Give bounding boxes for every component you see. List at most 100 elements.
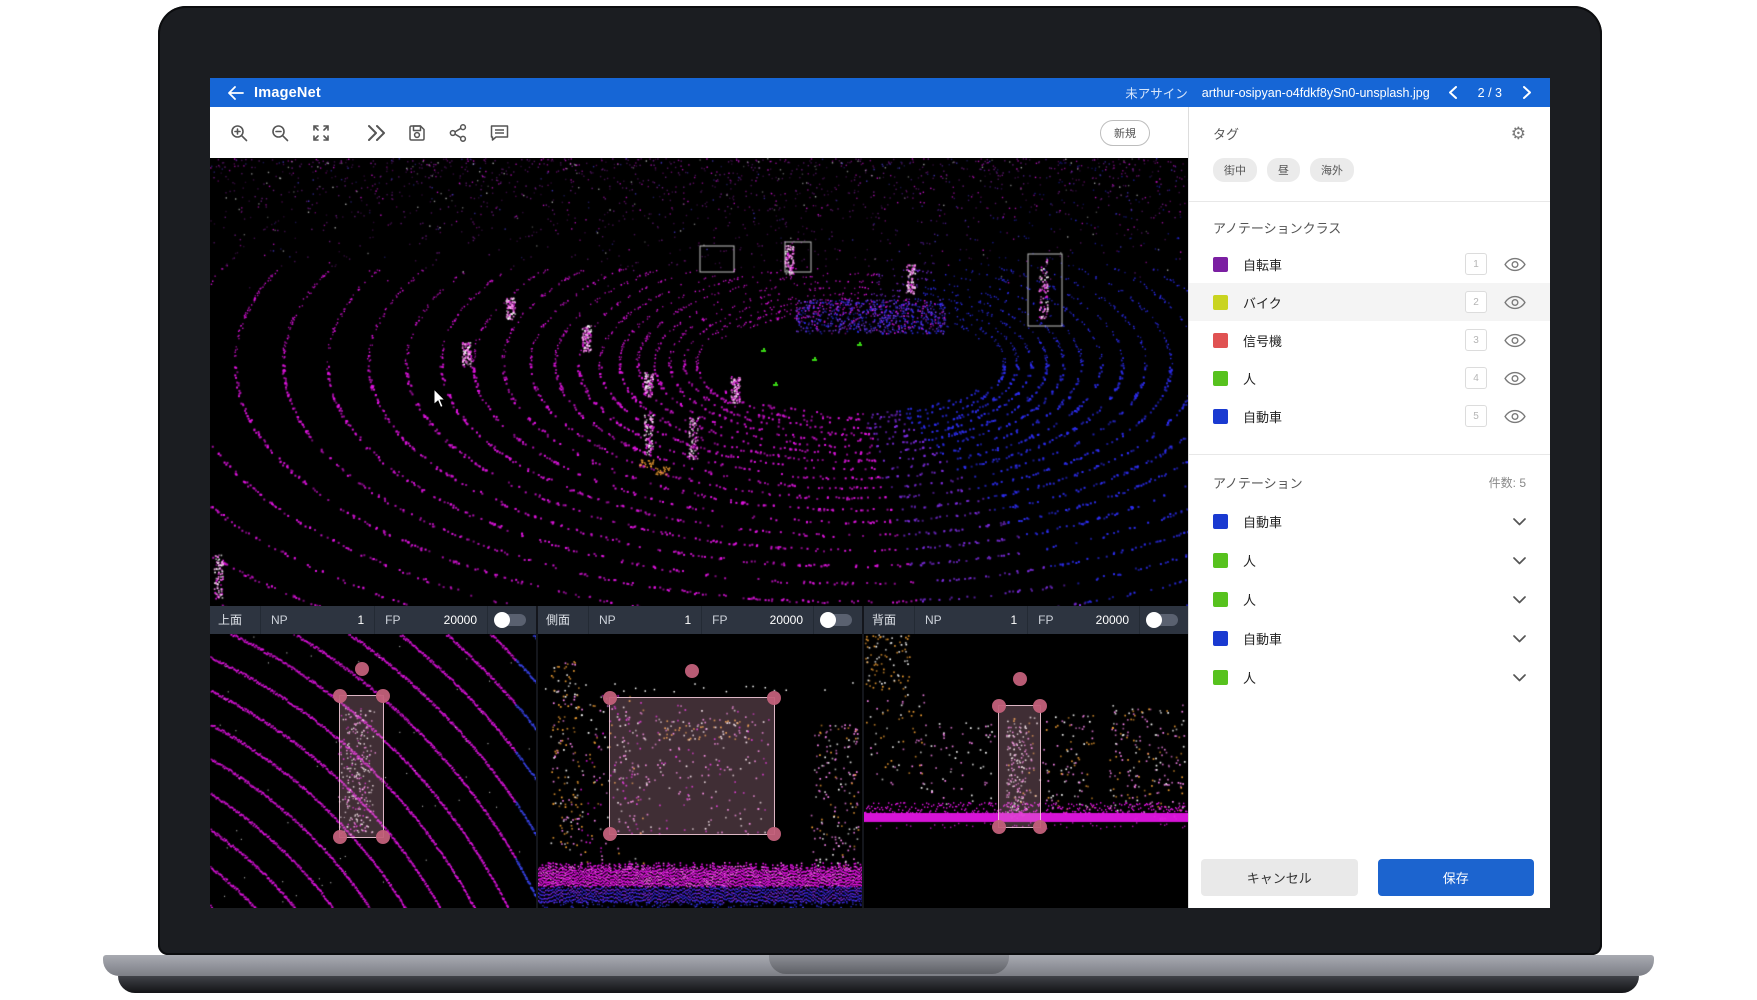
- annotation-row[interactable]: 自動車: [1213, 619, 1526, 658]
- rotate-handle[interactable]: [355, 662, 369, 676]
- side-view-canvas[interactable]: [538, 634, 862, 908]
- tag-chip[interactable]: 昼: [1267, 158, 1300, 182]
- save-icon[interactable]: [406, 122, 428, 144]
- class-row-car[interactable]: 自動車 5: [1213, 397, 1526, 435]
- shortcut-badge: 1: [1465, 253, 1487, 275]
- share-icon[interactable]: [447, 122, 469, 144]
- eye-icon[interactable]: [1504, 333, 1526, 348]
- class-list: 自転車 1 バイク 2 信号機 3: [1213, 245, 1526, 435]
- resize-handle[interactable]: [333, 830, 347, 844]
- gear-icon[interactable]: ⚙: [1511, 125, 1526, 142]
- resize-handle[interactable]: [376, 689, 390, 703]
- eye-icon[interactable]: [1504, 295, 1526, 310]
- next-image-button[interactable]: [1518, 84, 1536, 102]
- tag-chips: 街中 昼 海外: [1213, 158, 1526, 182]
- annotation-label: 人: [1243, 590, 1256, 609]
- resize-handle[interactable]: [1033, 820, 1047, 834]
- tags-title: タグ: [1213, 124, 1239, 143]
- zoom-out-icon[interactable]: [269, 122, 291, 144]
- resize-handle[interactable]: [767, 827, 781, 841]
- annotation-color-swatch: [1213, 592, 1228, 607]
- chevron-down-icon[interactable]: [1513, 557, 1526, 565]
- resize-handle[interactable]: [603, 691, 617, 705]
- class-row-person[interactable]: 人 4: [1213, 359, 1526, 397]
- resize-handle[interactable]: [992, 699, 1006, 713]
- class-color-swatch: [1213, 333, 1228, 348]
- class-row-motorcycle[interactable]: バイク 2: [1189, 283, 1550, 321]
- resize-handle[interactable]: [603, 827, 617, 841]
- np-label: NP: [589, 613, 616, 627]
- class-row-bicycle[interactable]: 自転車 1: [1213, 245, 1526, 283]
- collapse-panel-icon[interactable]: [365, 122, 387, 144]
- fp-value: 20000: [728, 606, 815, 634]
- shortcut-badge: 5: [1465, 405, 1487, 427]
- annotation-color-swatch: [1213, 514, 1228, 529]
- annotation-row[interactable]: 人: [1213, 541, 1526, 580]
- annotation-box[interactable]: [609, 697, 775, 835]
- annotation-row[interactable]: 人: [1213, 580, 1526, 619]
- annotation-row[interactable]: 自動車: [1213, 502, 1526, 541]
- eye-icon[interactable]: [1504, 409, 1526, 424]
- resize-handle[interactable]: [376, 830, 390, 844]
- cancel-button[interactable]: キャンセル: [1201, 859, 1358, 896]
- annotation-box[interactable]: [339, 695, 384, 838]
- annotation-label: 人: [1243, 551, 1256, 570]
- view-toggle[interactable]: [496, 614, 526, 626]
- rotate-handle[interactable]: [1013, 672, 1027, 686]
- shortcut-badge: 4: [1465, 367, 1487, 389]
- view-label: 側面: [538, 606, 589, 634]
- prev-image-button[interactable]: [1444, 84, 1462, 102]
- annotation-label: 自動車: [1243, 629, 1282, 648]
- resize-handle[interactable]: [1033, 699, 1047, 713]
- shortcut-badge: 3: [1465, 329, 1487, 351]
- laptop-base-shadow: [118, 976, 1639, 993]
- annotation-box[interactable]: [998, 705, 1041, 828]
- canvas-toolbar: 新規: [210, 107, 1188, 158]
- annotation-color-swatch: [1213, 631, 1228, 646]
- np-label: NP: [915, 613, 942, 627]
- class-color-swatch: [1213, 409, 1228, 424]
- chevron-down-icon[interactable]: [1513, 674, 1526, 682]
- project-title: ImageNet: [254, 85, 321, 101]
- eye-icon[interactable]: [1504, 257, 1526, 272]
- class-color-swatch: [1213, 257, 1228, 272]
- np-value: 1: [616, 606, 703, 634]
- annotation-color-swatch: [1213, 670, 1228, 685]
- top-view-canvas[interactable]: [210, 634, 536, 908]
- tag-chip[interactable]: 街中: [1213, 158, 1257, 182]
- np-value: 1: [942, 606, 1029, 634]
- fit-screen-icon[interactable]: [310, 122, 332, 144]
- fp-label: FP: [1028, 613, 1053, 627]
- chevron-down-icon[interactable]: [1513, 518, 1526, 526]
- chevron-down-icon[interactable]: [1513, 635, 1526, 643]
- view-toggle[interactable]: [1148, 614, 1178, 626]
- rotate-handle[interactable]: [685, 664, 699, 678]
- new-annotation-button[interactable]: 新規: [1100, 120, 1150, 146]
- resize-handle[interactable]: [992, 820, 1006, 834]
- view-label: 上面: [210, 606, 261, 634]
- annotations-title: アノテーション: [1213, 473, 1303, 492]
- class-color-swatch: [1213, 295, 1228, 310]
- resize-handle[interactable]: [767, 691, 781, 705]
- view-toggle[interactable]: [822, 614, 852, 626]
- zoom-in-icon[interactable]: [228, 122, 250, 144]
- annotation-row[interactable]: 人: [1213, 658, 1526, 697]
- class-label: 人: [1243, 369, 1256, 388]
- tag-chip[interactable]: 海外: [1310, 158, 1354, 182]
- class-row-traffic-light[interactable]: 信号機 3: [1213, 321, 1526, 359]
- eye-icon[interactable]: [1504, 371, 1526, 386]
- chevron-down-icon[interactable]: [1513, 596, 1526, 604]
- back-view-panel: 背面 NP 1 FP 20000: [862, 606, 1188, 908]
- save-button[interactable]: 保存: [1378, 859, 1535, 896]
- class-label: 信号機: [1243, 331, 1282, 350]
- assign-status: 未アサイン: [1125, 83, 1188, 102]
- back-button[interactable]: [224, 83, 246, 103]
- back-view-canvas[interactable]: [864, 634, 1188, 908]
- main-pointcloud-view[interactable]: [210, 158, 1188, 606]
- resize-handle[interactable]: [333, 689, 347, 703]
- annotation-count: 件数: 5: [1489, 474, 1526, 491]
- shortcut-badge: 2: [1465, 291, 1487, 313]
- comment-icon[interactable]: [488, 122, 510, 144]
- np-label: NP: [261, 613, 288, 627]
- side-view-bar: 側面 NP 1 FP 20000: [538, 606, 862, 634]
